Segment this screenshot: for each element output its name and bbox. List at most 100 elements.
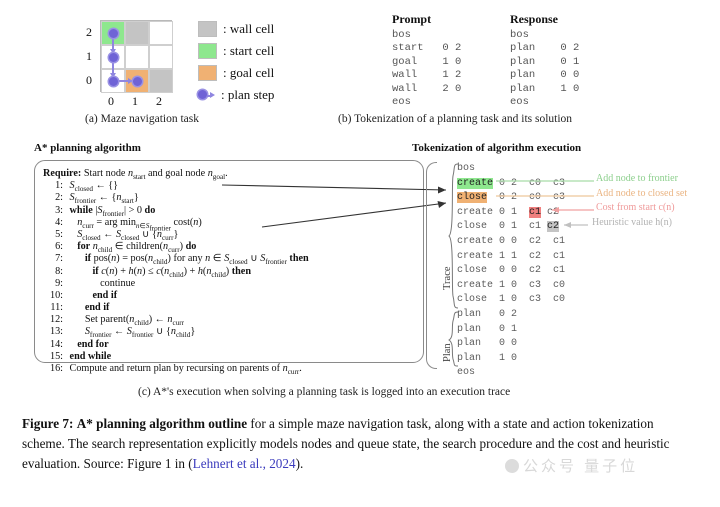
trace-op-7: close xyxy=(457,265,488,277)
maze-y-tick-2: 2 xyxy=(86,25,92,39)
trace-op-9: close xyxy=(457,294,488,306)
prompt-row-0: bos xyxy=(392,29,411,41)
trace-op-4: close xyxy=(457,221,488,233)
trace-op-13: plan xyxy=(457,352,482,364)
trace-op-1: create xyxy=(457,177,494,189)
trace-args-6: 1 1 c2 c1 xyxy=(499,250,566,262)
wall-swatch-icon xyxy=(198,21,217,37)
response-row-3: plan 0 0 xyxy=(510,69,580,82)
trace-op-2: close xyxy=(457,192,488,204)
trace-row-2: close 0 2 c0 c3 xyxy=(457,191,565,206)
trace-row-3: create 0 1 c1 c2 xyxy=(457,206,560,218)
trace-row-4: close 0 1 c1 c2 xyxy=(457,221,560,233)
plan-node-0-1 xyxy=(108,52,118,62)
algo-line-2: 2: Sfrontier ← {nstart} xyxy=(55,192,139,206)
plan-node-0-2 xyxy=(108,28,118,38)
trace-op-6: create xyxy=(457,250,494,262)
trace-op-8: create xyxy=(457,279,494,291)
panel-a-caption: (a) Maze navigation task xyxy=(85,113,199,125)
plan-step-icon xyxy=(198,88,215,102)
prompt-row-2: goal 1 0 xyxy=(392,55,462,68)
trace-op-10: plan xyxy=(457,308,482,320)
trace-args-8: 1 0 c3 c0 xyxy=(499,279,566,291)
trace-outer-bracket xyxy=(426,162,437,369)
trace-row-7: close 0 0 c2 c1 xyxy=(457,264,565,279)
algorithm-box: Require: Start node nstart and goal node… xyxy=(34,160,424,376)
trace-args-2: 0 2 c0 c3 xyxy=(499,192,566,204)
trace-row-5: create 0 0 c2 c1 xyxy=(457,235,565,250)
start-swatch-icon xyxy=(198,43,217,59)
maze-x-tick-1: 1 xyxy=(132,94,138,108)
annotation-add-to-frontier: Add node to frontier xyxy=(596,173,678,184)
trace-row-9: close 1 0 c3 c0 xyxy=(457,293,565,308)
plan-node-0-0 xyxy=(108,76,118,86)
watermark: 公众号 量子位 xyxy=(505,455,638,476)
algo-line-4: 4: ncurr = arg minn∈Sfrontier cost(n) xyxy=(55,216,202,233)
legend-row-start: : start cell xyxy=(198,40,274,62)
legend-row-plan-step: : plan step xyxy=(198,84,274,106)
algo-line-15: 15: end while xyxy=(49,350,112,362)
algo-require-line: Require: Start node nstart and goal node… xyxy=(43,168,228,182)
response-row-2: plan 0 1 xyxy=(510,55,580,68)
trace-row-13: plan 1 0 xyxy=(457,352,565,367)
annotation-cost-from-start: Cost from start c(n) xyxy=(596,202,675,213)
legend-label-wall: : wall cell xyxy=(223,21,275,36)
trace-args-10: 0 2 xyxy=(499,308,518,320)
algorithm-heading: A* planning algorithm xyxy=(34,142,141,154)
trace-cost-token-3: c1 xyxy=(529,206,542,218)
figure-citation-link[interactable]: Lehnert et al., 2024 xyxy=(193,456,296,471)
annotation-add-to-closed: Add node to closed set xyxy=(596,188,688,199)
maze-cell-2-1 xyxy=(149,45,173,69)
prompt-token-list: bos start 0 2 goal 1 0 wall 1 2 wall 2 0… xyxy=(392,29,461,109)
figure-label: Figure 7: xyxy=(22,416,74,431)
trace-op-0: bos xyxy=(457,163,476,174)
response-row-5: eos xyxy=(510,96,529,109)
prompt-row-1: start 0 2 xyxy=(392,42,462,55)
trace-row-12: plan 0 0 xyxy=(457,337,565,352)
legend-row-wall: : wall cell xyxy=(198,18,274,40)
prompt-row-4: wall 2 0 xyxy=(392,82,462,95)
trace-row-8: create 1 0 c3 c0 xyxy=(457,279,565,294)
panel-b-caption: (b) Tokenization of a planning task and … xyxy=(338,113,573,125)
maze-cell-2-2 xyxy=(149,21,173,45)
algo-line-5: 5: Sclosed ← Sclosed ∪ {ncurr} xyxy=(55,228,179,242)
watermark-logo-icon xyxy=(505,459,519,473)
trace-token-list: bos create 0 2 c0 c3 close 0 2 c0 c3 cre… xyxy=(457,162,565,381)
panel-a-maze: 2 1 0 0 1 2: wall cell: start cell: g… xyxy=(78,14,328,124)
maze-y-tick-1: 1 xyxy=(86,49,92,63)
trace-op-14: eos xyxy=(457,367,476,379)
response-token-list: bos plan 0 2 plan 0 1 plan 0 0 plan 1 0 … xyxy=(510,29,579,109)
prompt-row-5: eos xyxy=(392,96,411,109)
trace-op-12: plan xyxy=(457,338,482,350)
trace-row-14: eos xyxy=(457,366,565,381)
legend-label-plan-step: : plan step xyxy=(221,87,275,102)
trace-row-6: create 1 1 c2 c1 xyxy=(457,250,565,265)
trace-heuristic-token-4: c2 xyxy=(547,221,560,233)
maze-cell-1-1 xyxy=(125,45,149,69)
trace-args-1: 0 2 c0 c3 xyxy=(499,177,566,189)
algo-line-9: 9: continue xyxy=(55,277,136,289)
algo-line-8: 8: if c(n) + h(n) ≤ c(nchild) + h(nchild… xyxy=(55,265,251,279)
algo-line-6: 6: for nchild ∈ children(ncurr) do xyxy=(55,241,197,255)
algo-line-12: 12: Set parent(nchild) ← ncurr xyxy=(49,314,185,328)
trace-op-5: create xyxy=(457,235,494,247)
algo-line-14: 14: end for xyxy=(49,338,109,350)
maze-y-tick-0: 0 xyxy=(86,73,92,87)
trace-op-11: plan xyxy=(457,323,482,335)
trace-row-11: plan 0 1 xyxy=(457,323,565,338)
watermark-text: 公众号 量子位 xyxy=(523,458,639,475)
maze-legend: : wall cell : start cell : goal cell : p… xyxy=(198,18,274,106)
maze-x-tick-2: 2 xyxy=(156,94,162,108)
trace-row-0: bos xyxy=(457,162,565,177)
annotation-heuristic-value: Heuristic value h(n) xyxy=(592,217,672,228)
goal-swatch-icon xyxy=(198,65,217,81)
plan-node-1-0 xyxy=(132,76,142,86)
algo-line-10: 10: end if xyxy=(49,289,118,301)
figure-body-1: for a simple maze navigation task, along… xyxy=(247,416,550,431)
maze-grid xyxy=(100,20,173,93)
prompt-row-3: wall 1 2 xyxy=(392,69,462,82)
trace-args-7: 0 0 c2 c1 xyxy=(499,265,566,277)
algo-line-1: 1: Sclosed ← {} xyxy=(55,180,119,194)
legend-label-start: : start cell xyxy=(223,43,275,58)
panel-c-caption: (c) A*'s execution when solving a planni… xyxy=(138,386,511,398)
